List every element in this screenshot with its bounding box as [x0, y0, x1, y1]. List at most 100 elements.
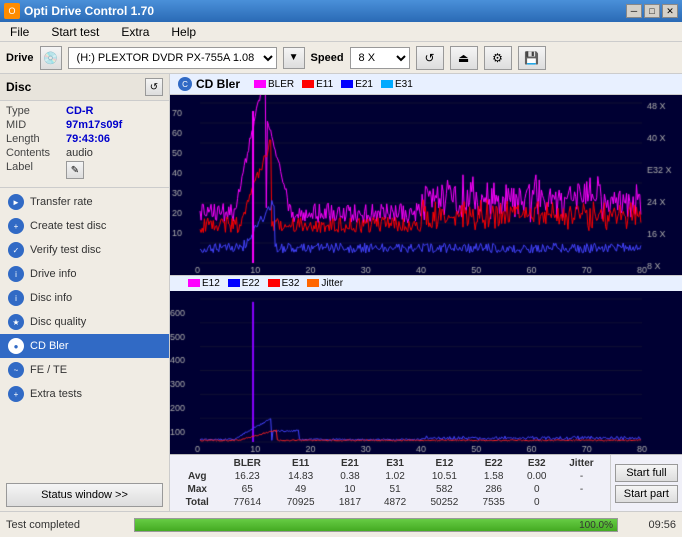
stats-cell-r0-c7: -	[557, 470, 606, 483]
btn-container: Start full Start part	[610, 455, 682, 511]
stats-cell-r2-c6: 0	[516, 496, 557, 509]
col-header-jitter: Jitter	[557, 457, 606, 470]
drive-icon: 💿	[40, 46, 62, 70]
stats-row-label-0: Avg	[174, 470, 221, 483]
verify-test-disc-icon: ✓	[8, 242, 24, 258]
disc-mid-value: 97m17s09f	[66, 119, 122, 131]
status-text: Test completed	[6, 519, 126, 531]
app-title: Opti Drive Control 1.70	[24, 4, 154, 18]
stats-cell-r0-c6: 0.00	[516, 470, 557, 483]
top-chart	[170, 95, 682, 275]
settings-btn[interactable]: ⚙	[484, 46, 512, 70]
disc-label-edit-btn[interactable]: ✎	[66, 161, 84, 179]
minimize-button[interactable]: ─	[626, 4, 642, 18]
stats-cell-r1-c5: 286	[471, 483, 516, 496]
app-icon: O	[4, 3, 20, 19]
col-header-bler: BLER	[221, 457, 274, 470]
stats-cell-r2-c5: 7535	[471, 496, 516, 509]
status-window-btn[interactable]: Status window >>	[6, 483, 163, 507]
start-part-btn[interactable]: Start part	[615, 485, 678, 503]
sidebar-item-disc-info[interactable]: i Disc info	[0, 286, 169, 310]
close-button[interactable]: ✕	[662, 4, 678, 18]
col-header-e21: E21	[327, 457, 372, 470]
col-header-e32: E32	[516, 457, 557, 470]
disc-refresh-btn[interactable]: ↺	[145, 78, 163, 96]
stats-cell-r1-c6: 0	[516, 483, 557, 496]
transfer-rate-icon: ►	[8, 194, 24, 210]
drive-toolbar: Drive 💿 (H:) PLEXTOR DVDR PX-755A 1.08 ▼…	[0, 42, 682, 74]
sidebar-label-transfer-rate: Transfer rate	[30, 196, 93, 208]
stats-row-label-1: Max	[174, 483, 221, 496]
time-display: 09:56	[626, 519, 676, 531]
sidebar-label-fe-te: FE / TE	[30, 364, 67, 376]
disc-contents-value: audio	[66, 147, 93, 159]
sidebar-item-verify-test-disc[interactable]: ✓ Verify test disc	[0, 238, 169, 262]
cd-bler-icon: ●	[8, 338, 24, 354]
drive-arrow-btn[interactable]: ▼	[283, 47, 305, 69]
stats-cell-r1-c2: 10	[327, 483, 372, 496]
eject-btn[interactable]: ⏏	[450, 46, 478, 70]
bottom-chart-header: E12 E22 E32 Jitter	[170, 275, 682, 291]
sidebar-item-disc-quality[interactable]: ★ Disc quality	[0, 310, 169, 334]
save-btn[interactable]: 💾	[518, 46, 546, 70]
sidebar-item-transfer-rate[interactable]: ► Transfer rate	[0, 190, 169, 214]
fe-te-icon: ~	[8, 362, 24, 378]
disc-quality-icon: ★	[8, 314, 24, 330]
menu-bar: File Start test Extra Help	[0, 22, 682, 42]
sidebar-label-cd-bler: CD Bler	[30, 340, 69, 352]
drive-label: Drive	[6, 52, 34, 64]
stats-cell-r0-c5: 1.58	[471, 470, 516, 483]
maximize-button[interactable]: □	[644, 4, 660, 18]
stats-cell-r2-c3: 4872	[373, 496, 418, 509]
legend-e32: E32	[268, 278, 300, 289]
disc-type-value: CD-R	[66, 105, 94, 117]
menu-extra[interactable]: Extra	[115, 23, 155, 41]
stats-row-label-2: Total	[174, 496, 221, 509]
stats-cell-r1-c0: 65	[221, 483, 274, 496]
menu-start-test[interactable]: Start test	[45, 23, 105, 41]
start-full-btn[interactable]: Start full	[615, 464, 678, 482]
chart-title-icon: C	[178, 77, 192, 91]
legend-e22: E22	[228, 278, 260, 289]
sidebar-item-cd-bler[interactable]: ● CD Bler	[0, 334, 169, 358]
stats-cell-r0-c1: 14.83	[274, 470, 327, 483]
stats-cell-r0-c3: 1.02	[373, 470, 418, 483]
stats-cell-r1-c1: 49	[274, 483, 327, 496]
col-header-e22: E22	[471, 457, 516, 470]
sidebar-label-disc-info: Disc info	[30, 292, 72, 304]
sidebar: Disc ↺ Type CD-R MID 97m17s09f Length 79…	[0, 74, 170, 511]
progress-label: 100.0%	[579, 520, 613, 531]
progress-bar	[135, 519, 617, 531]
stats-cell-r1-c3: 51	[373, 483, 418, 496]
speed-select[interactable]: 8 X 4 X 12 X 16 X	[350, 47, 410, 69]
drive-select[interactable]: (H:) PLEXTOR DVDR PX-755A 1.08	[68, 47, 277, 69]
stats-cell-r1-c4: 582	[418, 483, 471, 496]
disc-label-label: Label	[6, 161, 66, 179]
sidebar-item-extra-tests[interactable]: + Extra tests	[0, 382, 169, 406]
stats-cell-r2-c2: 1817	[327, 496, 372, 509]
stats-cell-r0-c4: 10.51	[418, 470, 471, 483]
legend-jitter: Jitter	[307, 278, 343, 289]
stats-cell-r2-c1: 70925	[274, 496, 327, 509]
stats-cell-r2-c4: 50252	[418, 496, 471, 509]
sidebar-item-drive-info[interactable]: i Drive info	[0, 262, 169, 286]
col-header-empty	[174, 457, 221, 470]
chart-area: C CD Bler BLER E11 E21 E31	[170, 74, 682, 511]
sidebar-item-fe-te[interactable]: ~ FE / TE	[0, 358, 169, 382]
disc-contents-label: Contents	[6, 147, 66, 159]
status-bar: Test completed 100.0% 09:56	[0, 511, 682, 537]
speed-label: Speed	[311, 52, 344, 64]
disc-length-label: Length	[6, 133, 66, 145]
legend-e31: E31	[381, 79, 413, 90]
progress-container: 100.0%	[134, 518, 618, 532]
col-header-e31: E31	[373, 457, 418, 470]
refresh-btn[interactable]: ↺	[416, 46, 444, 70]
sidebar-item-create-test-disc[interactable]: + Create test disc	[0, 214, 169, 238]
menu-file[interactable]: File	[4, 23, 35, 41]
menu-help[interactable]: Help	[165, 23, 202, 41]
stats-cell-r1-c7: -	[557, 483, 606, 496]
legend-bler: BLER	[254, 79, 294, 90]
chart-title: CD Bler	[196, 77, 240, 91]
disc-type-label: Type	[6, 105, 66, 117]
stats-area: BLER E11 E21 E31 E12 E22 E32 Jitter Avg1…	[170, 454, 682, 511]
